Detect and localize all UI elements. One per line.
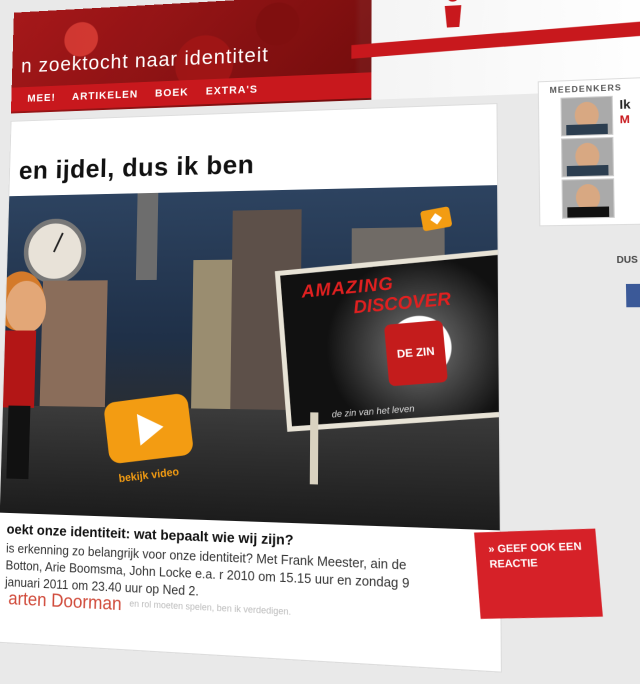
top-tabs bbox=[22, 14, 47, 25]
gauge-graphic bbox=[23, 218, 87, 284]
facebook-share-button[interactable] bbox=[626, 284, 640, 308]
person-role: M bbox=[620, 114, 630, 127]
article-card: en ijdel, dus ik ben AMAZING DISCOVER DE… bbox=[0, 103, 502, 673]
person-legs bbox=[6, 406, 30, 480]
person-item[interactable] bbox=[562, 177, 640, 221]
avatar bbox=[561, 137, 614, 178]
nav-item-extras[interactable]: EXTRA'S bbox=[206, 84, 258, 98]
comment-button[interactable]: » GEEF OOK EEN REACTIE bbox=[474, 529, 603, 619]
avatar bbox=[560, 96, 613, 137]
video-player[interactable]: AMAZING DISCOVER DE ZIN de zin van het l… bbox=[0, 185, 500, 530]
pipe-graphic bbox=[136, 193, 158, 280]
article-title: en ijdel, dus ik ben bbox=[19, 150, 255, 186]
person-head bbox=[5, 281, 46, 333]
sidebar-title: MEEDENKERS bbox=[550, 83, 622, 95]
person-name: Ik bbox=[619, 97, 630, 112]
figure-icon bbox=[422, 0, 484, 39]
nav-item-mee[interactable]: MEE! bbox=[27, 92, 56, 104]
sidebar-meedenkers: MEEDENKERS Ik M bbox=[538, 76, 640, 227]
billboard-leg bbox=[310, 412, 319, 484]
author-name[interactable]: arten Doorman bbox=[8, 588, 122, 615]
street-graphic bbox=[0, 405, 500, 530]
billboard-slogan: de zin van het leven bbox=[331, 403, 415, 419]
person-item[interactable] bbox=[561, 135, 640, 180]
header-decor-stripe bbox=[351, 19, 640, 58]
play-icon bbox=[137, 411, 165, 446]
billboard: AMAZING DISCOVER DE ZIN de zin van het l… bbox=[275, 244, 500, 431]
billboard-product: DE ZIN bbox=[384, 320, 448, 386]
nav-item-artikelen[interactable]: ARTIKELEN bbox=[72, 89, 138, 103]
page-scene: n zoektocht naar identiteit MEE! ARTIKEL… bbox=[0, 0, 640, 683]
play-button[interactable] bbox=[103, 393, 194, 465]
sidebar-section-title: DUS bbox=[616, 254, 637, 265]
avatar bbox=[562, 178, 615, 218]
cartoon-person bbox=[1, 281, 71, 486]
fullscreen-icon[interactable] bbox=[420, 206, 452, 231]
person-item[interactable]: Ik M bbox=[560, 93, 640, 138]
nav-item-boek[interactable]: BOEK bbox=[155, 87, 189, 100]
person-body bbox=[3, 331, 36, 408]
